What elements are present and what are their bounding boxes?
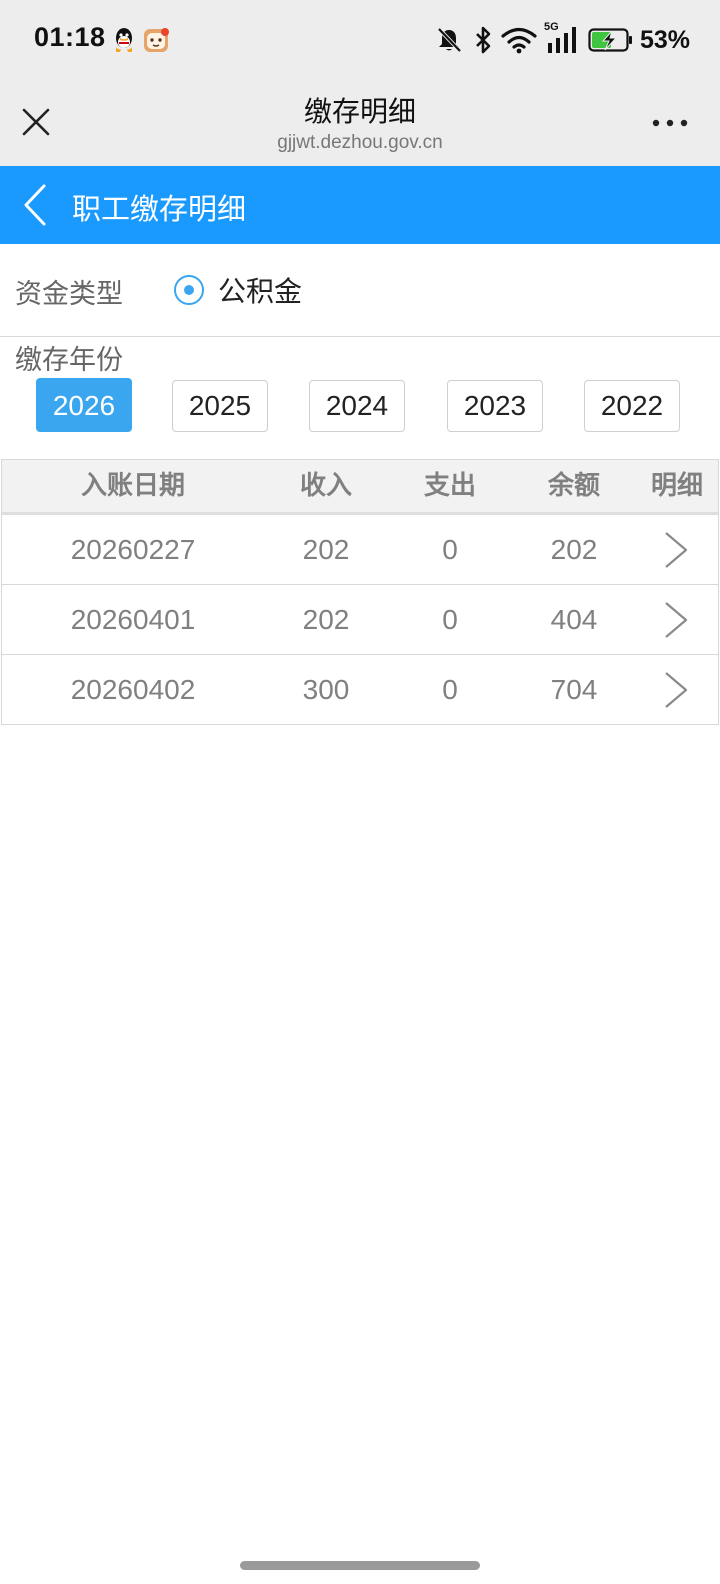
bluetooth-icon xyxy=(476,26,491,54)
app-notification-icon xyxy=(144,28,169,52)
table-row[interactable]: 20260227 202 0 202 xyxy=(2,515,718,585)
app-header: 职工缴存明细 xyxy=(0,166,720,244)
cell-balance: 202 xyxy=(550,534,598,565)
page-title: 缴存明细 xyxy=(303,95,416,128)
fund-type-option-label: 公积金 xyxy=(218,275,303,308)
home-indicator[interactable] xyxy=(240,1561,480,1570)
page-url: gjjwt.dezhou.gov.cn xyxy=(277,132,443,153)
year-label: 缴存年份 xyxy=(15,345,123,376)
cell-balance: 404 xyxy=(550,604,598,635)
column-header-balance: 余额 xyxy=(547,471,600,501)
cell-income: 202 xyxy=(302,604,350,635)
table-header: 入账日期 收入 支出 余额 明细 xyxy=(2,460,718,515)
column-header-income: 收入 xyxy=(299,471,352,501)
year-button-2023[interactable]: 2023 xyxy=(447,380,543,432)
header-title: 职工缴存明细 xyxy=(72,192,247,226)
table-row[interactable]: 20260402 300 0 704 xyxy=(2,655,718,724)
cell-income: 300 xyxy=(302,674,350,705)
chevron-left-icon[interactable] xyxy=(18,182,54,228)
bell-muted-icon xyxy=(437,27,462,53)
column-header-detail: 明细 xyxy=(650,471,703,501)
year-button-2025[interactable]: 2025 xyxy=(172,380,268,432)
chevron-right-icon[interactable] xyxy=(658,599,694,641)
battery-charging-icon xyxy=(588,28,632,52)
cell-date: 20260227 xyxy=(70,534,196,565)
fund-type-row: 资金类型 公积金 xyxy=(0,244,720,337)
column-header-date: 入账日期 xyxy=(80,471,185,501)
cell-expense: 0 xyxy=(442,534,458,565)
transactions-table: 入账日期 收入 支出 余额 明细 20260227 202 0 202 2026… xyxy=(1,459,719,725)
cell-expense: 0 xyxy=(442,604,458,635)
browser-title-bar: 缴存明细 gjjwt.dezhou.gov.cn xyxy=(0,82,720,166)
year-button-2022[interactable]: 2022 xyxy=(584,380,680,432)
year-button-2024[interactable]: 2024 xyxy=(309,380,405,432)
chevron-right-icon[interactable] xyxy=(658,529,694,571)
cell-income: 202 xyxy=(302,534,350,565)
status-time: 01:18 xyxy=(34,22,106,52)
cell-expense: 0 xyxy=(442,674,458,705)
wifi-icon xyxy=(501,27,537,54)
battery-percent: 53% xyxy=(639,25,690,54)
chevron-right-icon[interactable] xyxy=(658,669,694,711)
more-icon[interactable] xyxy=(650,108,690,138)
year-button-2026[interactable]: 2026 xyxy=(36,378,132,432)
radio-selected-icon[interactable] xyxy=(174,275,204,305)
column-header-expense: 支出 xyxy=(423,471,476,501)
fund-type-label: 资金类型 xyxy=(15,279,123,310)
fund-type-radio[interactable]: 公积金 xyxy=(174,268,302,312)
cell-date: 20260402 xyxy=(70,674,196,705)
qq-icon xyxy=(116,28,132,52)
status-icons: 5G 53% xyxy=(434,20,690,60)
table-row[interactable]: 20260401 202 0 404 xyxy=(2,585,718,655)
cell-date: 20260401 xyxy=(70,604,196,635)
status-bar: 01:18 5G 53% xyxy=(0,0,720,82)
signal-icon: 5G xyxy=(544,21,580,57)
cell-balance: 704 xyxy=(550,674,598,705)
